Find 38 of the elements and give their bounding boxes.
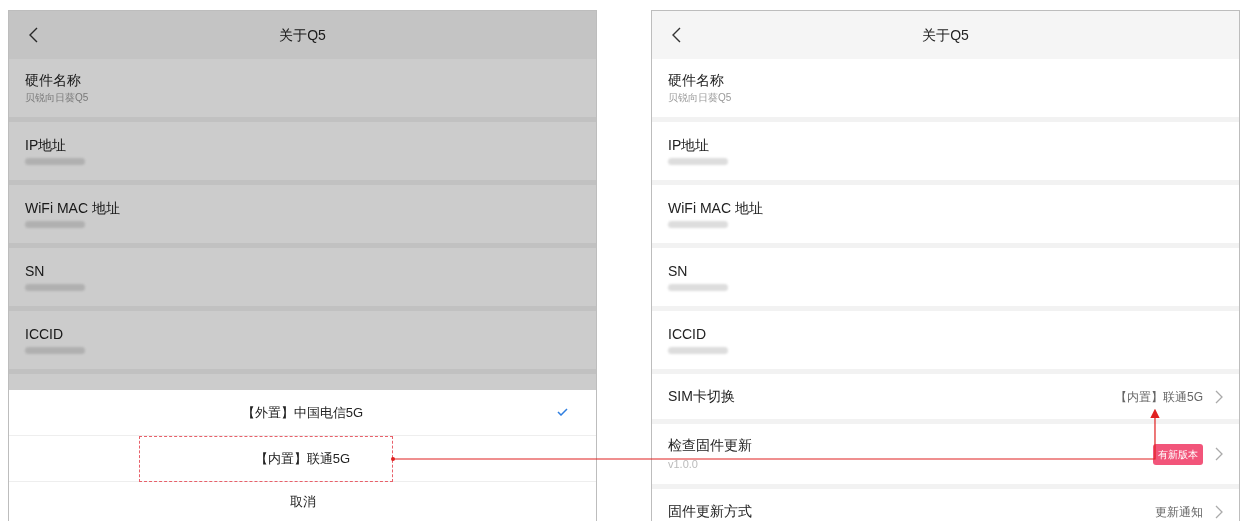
settings-row[interactable]: 检查固件更新 v1.0.0 有新版本 [652, 424, 1239, 484]
blurred-value [25, 220, 85, 228]
row-value: 【内置】联通5G [1115, 388, 1203, 406]
blurred-value [668, 346, 728, 354]
row-label: 硬件名称 [668, 73, 724, 87]
chevron-right-icon [1215, 447, 1223, 461]
blurred-value [25, 283, 85, 291]
blurred-value [668, 283, 728, 291]
row-label: WiFi MAC 地址 [25, 200, 120, 215]
blurred-value [668, 157, 728, 165]
row-label: 检查固件更新 [668, 438, 752, 452]
row-label: WiFi MAC 地址 [668, 200, 763, 215]
row-value: 贝锐向日葵Q5 [668, 93, 732, 103]
row-label: ICCID [668, 326, 707, 341]
cancel-button[interactable]: 取消 [9, 482, 596, 521]
row-label: ICCID [25, 326, 64, 341]
row-label: SN [25, 263, 45, 278]
blurred-value [668, 220, 728, 228]
row-label: IP地址 [25, 137, 67, 152]
blurred-value [25, 157, 85, 165]
sheet-option[interactable]: 【内置】联通5G [9, 436, 596, 482]
settings-row[interactable]: 固件更新方式 更新通知 [652, 489, 1239, 521]
blurred-value [25, 346, 85, 354]
row-label: 硬件名称 [25, 73, 81, 87]
row-value: 更新通知 [1155, 503, 1203, 521]
chevron-right-icon [1215, 389, 1223, 404]
new-version-badge: 有新版本 [1153, 443, 1203, 465]
row-value: 贝锐向日葵Q5 [25, 93, 89, 103]
row-label: 固件更新方式 [668, 502, 752, 521]
settings-row[interactable]: SIM卡切换 【内置】联通5G [652, 374, 1239, 419]
page-title: 关于Q5 [922, 25, 969, 45]
row-label: IP地址 [668, 137, 710, 152]
sheet-option[interactable]: 【外置】中国电信5G [9, 390, 596, 436]
row-label: SN [668, 263, 688, 278]
page-title: 关于Q5 [279, 25, 326, 45]
version-text: v1.0.0 [668, 459, 699, 470]
row-label: SIM卡切换 [668, 387, 735, 406]
chevron-right-icon [1215, 504, 1223, 519]
